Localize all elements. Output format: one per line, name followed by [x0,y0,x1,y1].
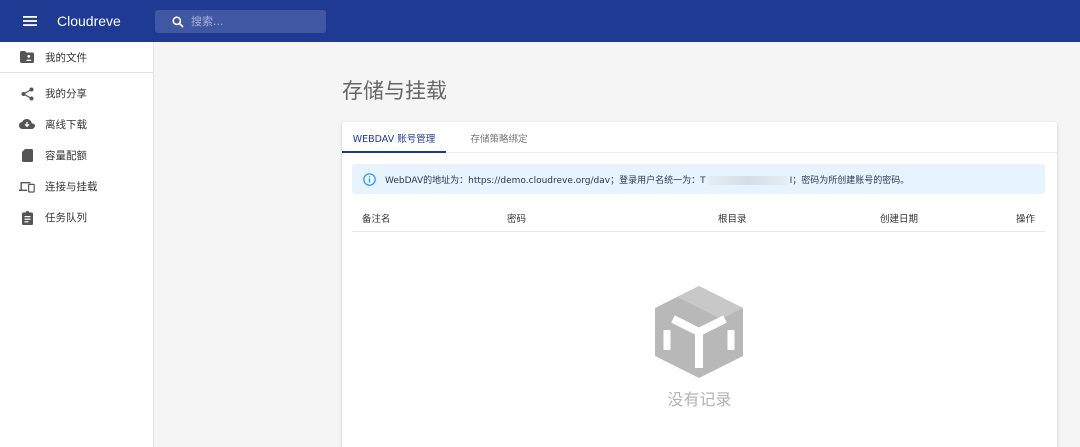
search-bar[interactable] [155,10,326,33]
sidebar-item-label: 任务队列 [45,212,87,224]
cloud-download-icon [19,117,35,133]
search-input[interactable] [191,15,321,28]
masked-username-start: T [700,175,706,186]
sidebar: 我的文件 我的分享 离线下载 容量配额 连接与挂载 任务队列 [0,42,154,447]
sidebar-item-offline-download[interactable]: 离线下载 [0,109,153,140]
masked-username [707,175,788,185]
empty-state-text: 没有记录 [667,390,732,409]
sidebar-item-my-files[interactable]: 我的文件 [0,42,153,73]
app-title[interactable]: Cloudreve [57,13,121,29]
clipboard-list-icon [19,210,35,226]
tab-indicator [342,151,446,153]
info-icon [363,172,376,186]
empty-box-icon [655,286,743,378]
folder-user-icon [19,49,35,65]
devices-icon [19,179,35,195]
sidebar-item-task-queue[interactable]: 任务队列 [0,202,153,233]
info-alert: WebDAV的地址为：https://demo.cloudreve.org/da… [352,164,1045,194]
sidebar-item-label: 我的分享 [45,88,87,100]
webdav-card: WEBDAV 账号管理 存储策略绑定 WebDAV的地址为：https://de… [342,122,1057,447]
column-header-created-date: 创建日期 [880,214,919,225]
column-header-root-dir: 根目录 [718,214,747,225]
column-header-password: 密码 [507,214,527,225]
app-bar: Cloudreve [0,0,1080,42]
alert-suffix: ；密码为所创建账号的密码。 [792,175,910,186]
table-header: 备注名 密码 根目录 创建日期 操作 [352,200,1045,232]
column-header-actions: 操作 [1016,214,1036,225]
sidebar-item-quota[interactable]: 容量配额 [0,140,153,171]
sd-card-icon [19,148,35,164]
menu-icon[interactable] [20,11,40,31]
tab-webdav-accounts[interactable]: WEBDAV 账号管理 [342,122,446,153]
alert-prefix: WebDAV的地址为：https://demo.cloudreve.org/da… [385,175,701,186]
tab-bar: WEBDAV 账号管理 存储策略绑定 [342,122,1057,153]
sidebar-item-label: 连接与挂载 [45,181,98,193]
tab-storage-policy-binding[interactable]: 存储策略绑定 [446,122,552,153]
empty-state: 没有记录 [342,282,1057,422]
sidebar-item-label: 离线下载 [45,119,87,131]
sidebar-item-label: 我的文件 [45,51,87,64]
sidebar-item-connect-mount[interactable]: 连接与挂载 [0,171,153,202]
main-content: 存储与挂载 WEBDAV 账号管理 存储策略绑定 WebDAV的地址为：http… [155,42,1080,447]
search-icon [171,15,185,29]
share-icon [19,86,35,102]
alert-text: WebDAV的地址为：https://demo.cloudreve.org/da… [385,173,909,186]
column-header-note: 备注名 [362,214,391,225]
sidebar-item-my-shares[interactable]: 我的分享 [0,78,153,109]
page-title: 存储与挂载 [342,79,447,103]
sidebar-item-label: 容量配额 [45,150,87,162]
